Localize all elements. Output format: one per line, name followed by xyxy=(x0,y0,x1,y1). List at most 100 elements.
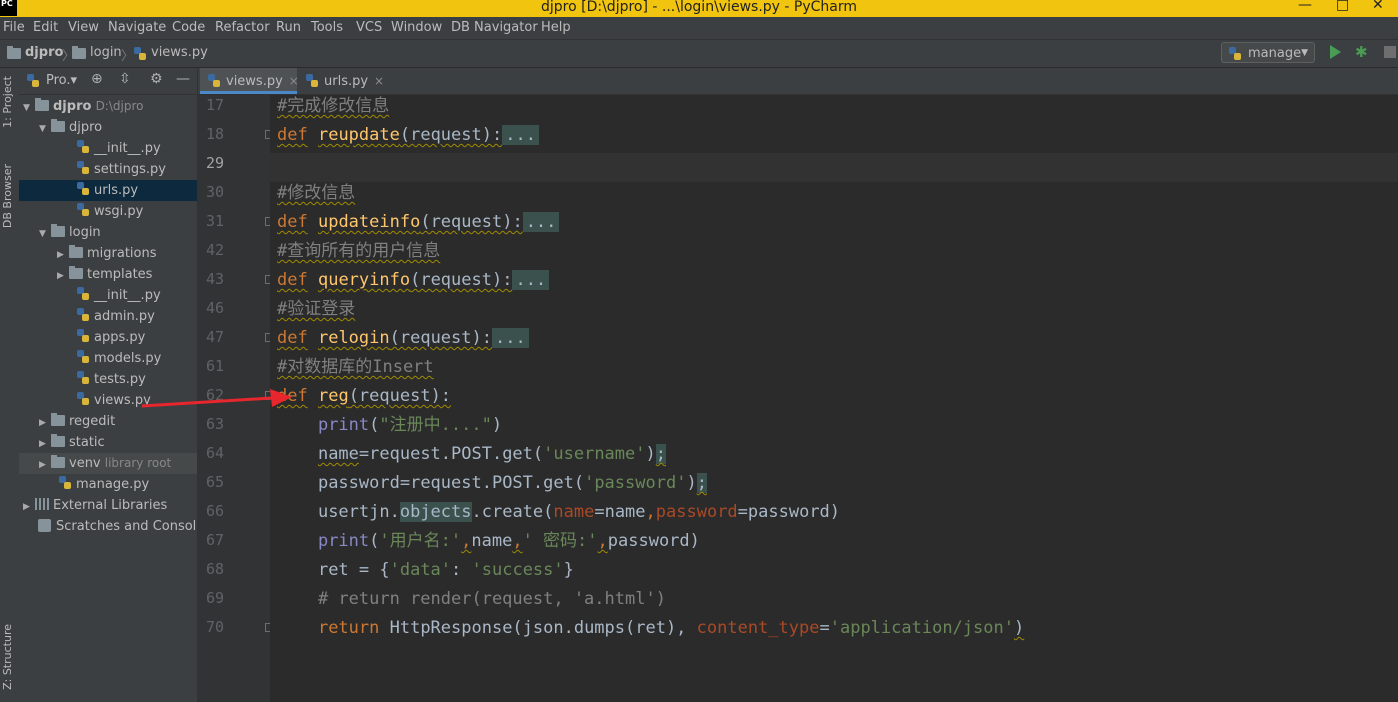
code-line-66: usertjn.objects.create(name=name,passwor… xyxy=(317,502,841,522)
pycharm-app-icon: PC xyxy=(0,0,17,16)
tree-node-file-selected[interactable]: urls.py xyxy=(77,180,138,201)
code-line-64: name=request.POST.get('username'); xyxy=(317,444,666,464)
menu-vcs[interactable]: VCS xyxy=(356,20,382,35)
expand-arrow-icon: ▼ xyxy=(39,124,46,134)
stop-icon[interactable] xyxy=(1384,46,1396,58)
code-line-43: def queryinfo(request):... xyxy=(277,269,550,291)
menu-view[interactable]: View xyxy=(68,20,99,35)
line-number: 42 xyxy=(205,241,224,259)
db-browser-tool-tab[interactable]: DB Browser xyxy=(1,164,14,228)
project-view-select[interactable]: Pro.▾ xyxy=(46,73,77,88)
tab-views-py[interactable]: views.py × xyxy=(200,68,299,94)
menu-refactor[interactable]: Refactor xyxy=(215,20,270,35)
debug-icon[interactable]: ✱ xyxy=(1355,43,1371,61)
tab-urls-py[interactable]: urls.py × xyxy=(298,68,416,94)
code-line-62: def reg(request): xyxy=(277,386,452,406)
code-line-30: #修改信息 xyxy=(277,183,356,203)
collapse-arrow-icon: ▶ xyxy=(57,271,64,281)
tree-node-djpro-pkg[interactable]: ▼ djpro xyxy=(39,117,102,138)
tree-node-file[interactable]: admin.py xyxy=(77,306,155,327)
menu-tools[interactable]: Tools xyxy=(311,20,343,35)
project-icon xyxy=(27,74,39,88)
run-config-label: manage xyxy=(1248,46,1302,61)
code-line-69: # return render(request, 'a.html') xyxy=(317,589,666,609)
code-line-68: ret = {'data': 'success'} xyxy=(317,560,574,580)
menu-edit[interactable]: Edit xyxy=(33,20,58,35)
tree-node-external-libraries[interactable]: ▶ External Libraries xyxy=(23,495,167,516)
folded-code-placeholder[interactable]: ... xyxy=(512,270,550,290)
folded-code-placeholder[interactable]: ... xyxy=(502,125,539,145)
python-icon xyxy=(1229,47,1241,60)
project-tool-tab[interactable]: 1: Project xyxy=(1,76,14,128)
project-panel: Pro.▾ ⊕ ⇳ ⚙ — ▼ djpro D:\djpro ▼ djpro __i… xyxy=(19,68,198,702)
tree-node-file[interactable]: views.py xyxy=(77,390,151,411)
breadcrumb-file[interactable]: views.py xyxy=(151,45,208,60)
line-number: 63 xyxy=(205,415,224,433)
locate-icon[interactable]: ⊕ xyxy=(91,71,103,87)
breadcrumb-project[interactable]: djpro xyxy=(25,45,63,60)
tree-node-regedit[interactable]: ▶ regedit xyxy=(39,411,115,432)
minimize-icon[interactable]: — xyxy=(1298,0,1312,12)
line-number: 66 xyxy=(205,502,224,520)
python-file-icon xyxy=(77,371,89,385)
menu-db-navigator[interactable]: DB Navigator xyxy=(451,20,538,35)
menu-window[interactable]: Window xyxy=(391,20,442,35)
code-line-67: print('用户名:',name,' 密码:',password) xyxy=(317,531,700,551)
maximize-icon[interactable]: □ xyxy=(1336,0,1349,12)
collapse-arrow-icon: ▶ xyxy=(23,502,30,512)
navigation-bar: djpro 〉 login 〉 views.py manage ▼ ✱ xyxy=(0,40,1398,68)
folder-icon xyxy=(51,413,65,426)
menu-run[interactable]: Run xyxy=(276,20,301,35)
python-file-icon xyxy=(77,350,89,364)
hide-panel-icon[interactable]: — xyxy=(176,71,190,87)
tree-node-migrations[interactable]: ▶ migrations xyxy=(57,243,157,264)
tree-node-file[interactable]: __init__.py xyxy=(77,138,161,159)
code-line-47: def relogin(request):... xyxy=(277,327,529,349)
tree-node-venv[interactable]: ▶ venv library root xyxy=(39,453,171,474)
python-file-icon xyxy=(208,74,220,88)
tree-node-login[interactable]: ▼ login xyxy=(39,222,101,243)
code-line-70: return HttpResponse(json.dumps(ret), con… xyxy=(317,618,1025,638)
gear-icon[interactable]: ⚙ xyxy=(150,71,163,87)
code-line-63: print("注册中....") xyxy=(317,415,503,435)
menu-code[interactable]: Code xyxy=(172,20,205,35)
run-icon[interactable] xyxy=(1330,45,1341,59)
tree-node-file[interactable]: wsgi.py xyxy=(77,201,143,222)
tree-node-static[interactable]: ▶ static xyxy=(39,432,105,453)
tree-node-file[interactable]: settings.py xyxy=(77,159,166,180)
tree-node-templates[interactable]: ▶ templates xyxy=(57,264,152,285)
collapse-arrow-icon: ▶ xyxy=(39,418,46,428)
menu-bar: File Edit View Navigate Code Refactor Ru… xyxy=(0,17,1398,40)
python-file-icon xyxy=(306,74,318,88)
tree-node-djpro-root[interactable]: ▼ djpro D:\djpro xyxy=(23,96,143,117)
folded-code-placeholder[interactable]: ... xyxy=(522,212,560,232)
menu-file[interactable]: File xyxy=(3,20,25,35)
menu-help[interactable]: Help xyxy=(541,20,571,35)
folded-code-placeholder[interactable]: ... xyxy=(491,328,529,348)
tree-node-file[interactable]: manage.py xyxy=(59,474,149,495)
collapse-all-icon[interactable]: ⇳ xyxy=(119,71,131,87)
tree-node-file[interactable]: apps.py xyxy=(77,327,145,348)
code-editor[interactable]: #完成修改信息 def reupdate(request):... #修改信息 … xyxy=(270,95,1398,702)
collapse-arrow-icon: ▶ xyxy=(39,439,46,449)
close-tab-icon[interactable]: × xyxy=(374,74,384,88)
structure-tool-tab[interactable]: Z: Structure xyxy=(1,624,14,690)
python-file-icon xyxy=(77,308,89,322)
breadcrumb-folder[interactable]: login xyxy=(90,45,122,60)
scratches-icon xyxy=(38,519,51,532)
menu-navigate[interactable]: Navigate xyxy=(108,20,166,35)
tree-node-file[interactable]: __init__.py xyxy=(77,285,161,306)
tree-node-file[interactable]: tests.py xyxy=(77,369,146,390)
expand-arrow-icon: ▼ xyxy=(23,103,30,113)
code-line-65: password=request.POST.get('password'); xyxy=(317,473,707,493)
run-config-select[interactable]: manage ▼ xyxy=(1221,42,1315,63)
code-line-17: #完成修改信息 xyxy=(277,96,390,116)
line-number: 17 xyxy=(205,96,224,114)
close-window-icon[interactable]: ✕ xyxy=(1372,0,1384,12)
line-number: 61 xyxy=(205,357,224,375)
tree-node-scratches[interactable]: Scratches and Consoles xyxy=(38,516,197,537)
line-number: 47 xyxy=(205,328,224,346)
folder-icon xyxy=(7,46,21,59)
collapse-arrow-icon: ▶ xyxy=(57,250,64,260)
tree-node-file[interactable]: models.py xyxy=(77,348,161,369)
